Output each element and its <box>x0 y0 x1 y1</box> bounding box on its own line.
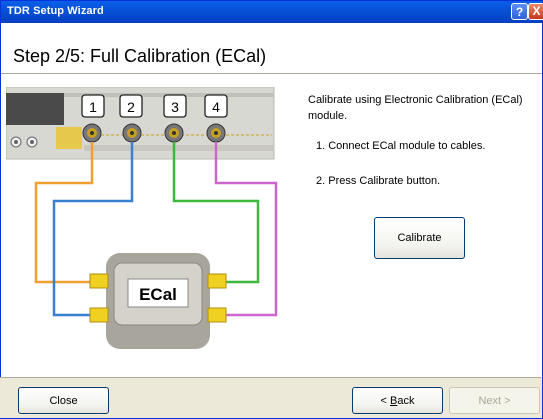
back-button-prefix: < <box>380 394 390 407</box>
step-title: Step 2/5: Full Calibration (ECal) <box>13 46 267 66</box>
instruction-step-1: 1. Connect ECal module to cables. <box>316 140 486 152</box>
port-connector-2 <box>122 123 142 143</box>
title-bar: TDR Setup Wizard ? X <box>1 1 543 23</box>
back-button-rest: ack <box>397 394 415 407</box>
module-connector <box>207 307 227 323</box>
port-label-2: 2 <box>127 99 135 115</box>
ecal-connection-diagram: 1 2 3 4 ECal <box>6 87 294 369</box>
wizard-header: Step 2/5: Full Calibration (ECal) <box>1 23 542 74</box>
port-connector-1 <box>82 123 102 143</box>
instruction-step-2: 2. Press Calibrate button. <box>316 175 441 187</box>
next-button[interactable]: Next > <box>449 387 540 414</box>
module-connector <box>207 273 227 289</box>
port-label-1: 1 <box>89 99 97 115</box>
module-connector <box>89 273 109 289</box>
port-connector-4 <box>206 123 226 143</box>
window-close-button[interactable]: X <box>528 3 543 20</box>
close-button[interactable]: Close <box>18 387 109 414</box>
window-title: TDR Setup Wizard <box>7 5 104 17</box>
instruction-description: Calibrate using Electronic Calibration (… <box>308 94 523 122</box>
back-button[interactable]: < Back <box>352 387 443 414</box>
calibrate-button[interactable]: Calibrate <box>374 217 465 259</box>
ecal-module: ECal <box>106 253 210 349</box>
warning-label <box>56 127 82 149</box>
port-label-3: 3 <box>171 99 179 115</box>
ecal-module-label: ECal <box>139 285 177 304</box>
help-button[interactable]: ? <box>511 3 528 20</box>
port-connector-3 <box>164 123 184 143</box>
module-connector <box>89 307 109 323</box>
port-label-4: 4 <box>212 99 220 115</box>
instrument-display <box>6 93 64 125</box>
